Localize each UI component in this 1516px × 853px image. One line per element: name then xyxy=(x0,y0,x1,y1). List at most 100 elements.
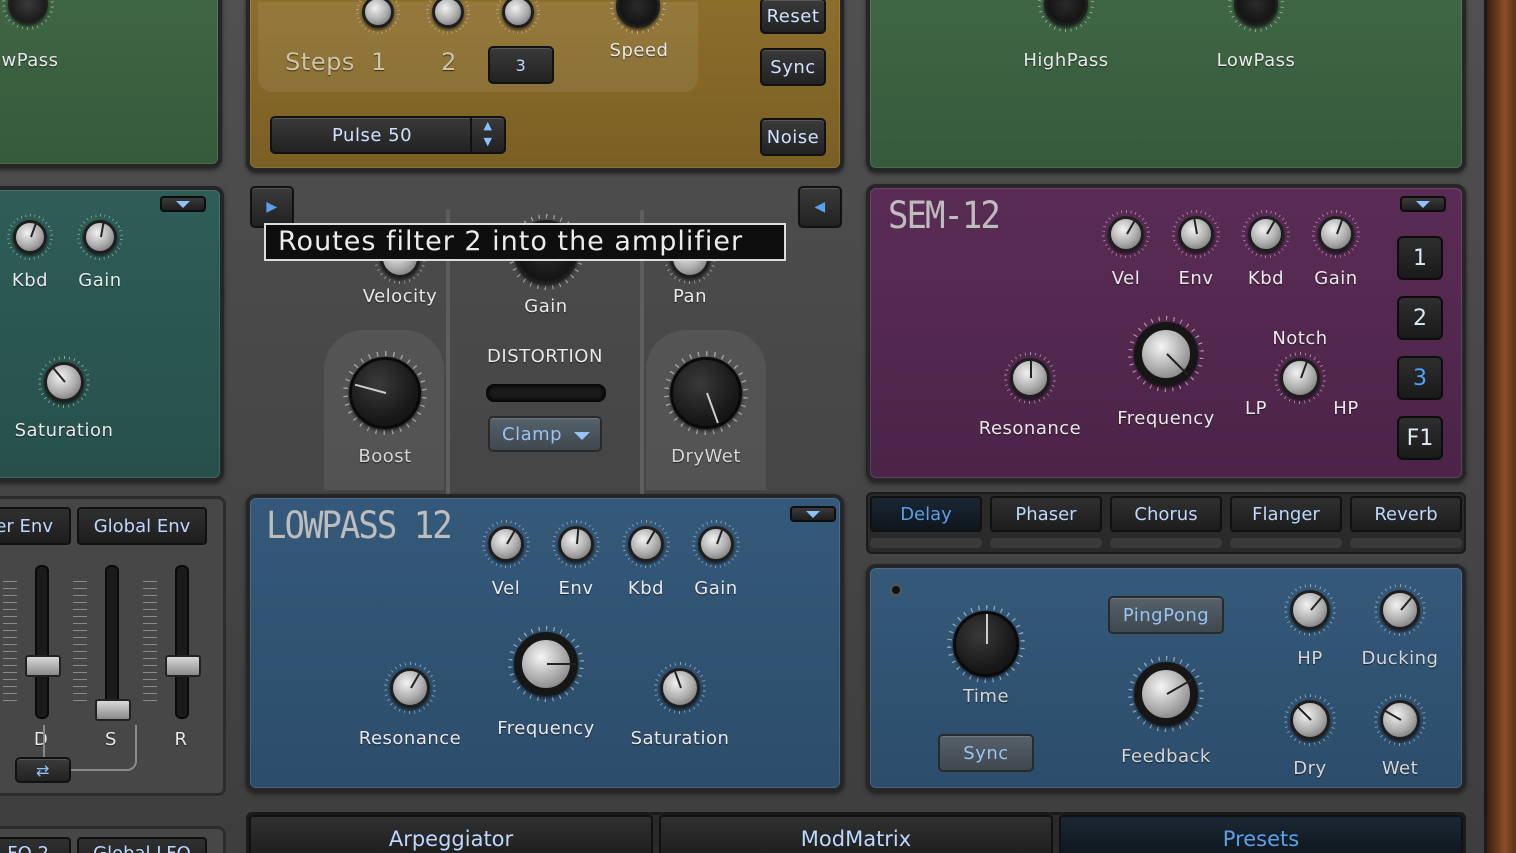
tooltip: Routes filter 2 into the amplifier xyxy=(264,223,786,261)
lfo-panel: FO 2 Global LFO xyxy=(0,826,226,853)
step-2-label: 2 xyxy=(441,48,457,76)
drywet-knob[interactable] xyxy=(664,351,748,435)
power-led[interactable] xyxy=(890,584,902,596)
gain-label: Gain xyxy=(78,270,122,291)
sem-vel-knob[interactable] xyxy=(1102,210,1150,258)
tab-filter-env[interactable]: er Env xyxy=(0,507,71,545)
sem-frequency-label: Frequency xyxy=(1117,408,1215,429)
filter-menu-dropdown[interactable] xyxy=(160,196,206,212)
tab-arpeggiator[interactable]: Arpeggiator xyxy=(249,815,653,853)
route-1-button[interactable]: 1 xyxy=(1397,236,1443,280)
boost-knob[interactable] xyxy=(343,351,427,435)
lp-kbd-knob[interactable] xyxy=(622,520,670,568)
sem-gain-knob[interactable] xyxy=(1312,210,1360,258)
route-right-button[interactable]: ◀ xyxy=(798,186,842,228)
route-f1-button[interactable]: F1 xyxy=(1397,416,1443,460)
ducking-knob[interactable] xyxy=(1374,584,1426,636)
route-left-button[interactable]: ▶ xyxy=(250,186,294,228)
tab-global-env[interactable]: Global Env xyxy=(77,507,207,545)
envelope-panel: er Env Global Env D S R ⇄ xyxy=(0,496,226,796)
notch-knob[interactable] xyxy=(1274,352,1326,404)
fader-ticks-2 xyxy=(73,581,87,701)
pan-label: Pan xyxy=(673,286,707,307)
step-knob-3[interactable] xyxy=(496,0,540,34)
clamp-select[interactable]: Clamp xyxy=(488,416,602,452)
lowpass12-title: LOWPASS 12 xyxy=(266,504,453,548)
chevron-down-icon xyxy=(574,432,590,440)
hp-label: HP xyxy=(1333,398,1359,419)
pingpong-button[interactable]: PingPong xyxy=(1108,596,1224,634)
sem-resonance-label: Resonance xyxy=(978,418,1082,439)
sem-menu-dropdown[interactable] xyxy=(1400,196,1446,212)
route-3-button[interactable]: 3 xyxy=(1397,356,1443,400)
lp-vel-knob[interactable] xyxy=(482,520,530,568)
speed-knob[interactable] xyxy=(610,0,666,34)
sem-resonance-knob[interactable] xyxy=(1004,352,1056,404)
feedback-knob[interactable] xyxy=(1128,656,1204,732)
lp-resonance-knob[interactable] xyxy=(384,662,436,714)
step-knob-1[interactable] xyxy=(356,0,400,34)
lowpass-knob[interactable] xyxy=(1228,0,1284,32)
knob-top-left[interactable] xyxy=(2,0,54,30)
tab-lfo-2[interactable]: FO 2 xyxy=(0,837,71,853)
lp-gain-label: Gain xyxy=(694,578,738,599)
lp-gain-knob[interactable] xyxy=(692,520,740,568)
notch-label: Notch xyxy=(1272,328,1328,349)
lp-frequency-knob[interactable] xyxy=(508,626,584,702)
lp-env-knob[interactable] xyxy=(552,520,600,568)
wet-knob[interactable] xyxy=(1374,694,1426,746)
tab-delay[interactable]: Delay xyxy=(870,496,982,532)
ducking-label: Ducking xyxy=(1361,648,1439,669)
sem-env-knob[interactable] xyxy=(1172,210,1220,258)
tab-chorus[interactable]: Chorus xyxy=(1110,496,1222,532)
waveform-stepper-icon[interactable]: ▲ ▼ xyxy=(470,118,504,152)
tab-modmatrix[interactable]: ModMatrix xyxy=(659,815,1053,853)
sem-kbd-knob[interactable] xyxy=(1242,210,1290,258)
fx-tab-underline-reverb xyxy=(1350,538,1462,548)
wood-side-panel xyxy=(1484,0,1516,853)
loop-toggle[interactable]: ⇄ xyxy=(15,757,71,783)
route-2-button[interactable]: 2 xyxy=(1397,296,1443,340)
delay-sync-button[interactable]: Sync xyxy=(938,734,1034,772)
lp-frequency-label: Frequency xyxy=(497,718,595,739)
tab-phaser[interactable]: Phaser xyxy=(990,496,1102,532)
delay-hp-knob[interactable] xyxy=(1284,584,1336,636)
fx-tab-underline-phaser xyxy=(990,538,1102,548)
step-knob-2[interactable] xyxy=(426,0,470,34)
sem12-title: SEM-12 xyxy=(888,194,1001,238)
speed-label: Speed xyxy=(609,40,669,61)
highpass-knob[interactable] xyxy=(1038,0,1094,32)
release-fader[interactable] xyxy=(165,565,201,719)
distortion-slider[interactable] xyxy=(486,384,606,402)
steps-value-button[interactable]: 3 xyxy=(488,46,554,84)
fx-tabbar: Delay Phaser Chorus Flanger Reverb xyxy=(866,492,1466,554)
bottom-tabbar: Arpeggiator ModMatrix Presets xyxy=(246,812,1466,853)
time-knob[interactable] xyxy=(947,605,1025,683)
saturation-knob[interactable] xyxy=(38,356,90,408)
kbd-knob[interactable] xyxy=(7,214,53,260)
dry-knob[interactable] xyxy=(1284,694,1336,746)
fader-ticks-1 xyxy=(3,581,17,701)
amp-gain-label: Gain xyxy=(524,296,568,317)
tab-presets[interactable]: Presets xyxy=(1059,815,1463,853)
steps-label: Steps xyxy=(285,48,355,76)
waveform-select[interactable]: Pulse 50 ▲ ▼ xyxy=(270,116,506,154)
gain-knob[interactable] xyxy=(77,214,123,260)
lowpass-menu-dropdown[interactable] xyxy=(790,506,836,522)
drywet-label: DryWet xyxy=(671,446,741,467)
decay-fader[interactable] xyxy=(25,565,61,719)
tab-flanger[interactable]: Flanger xyxy=(1230,496,1342,532)
lowpass12-filter-panel: LOWPASS 12 Vel Env Kbd Gain Frequency Re… xyxy=(246,494,844,792)
reset-button[interactable]: Reset xyxy=(760,0,826,34)
sync-button[interactable]: Sync xyxy=(760,48,826,86)
sustain-fader[interactable] xyxy=(95,565,131,721)
saturation-label: Saturation xyxy=(14,420,114,441)
lp-kbd-label: Kbd xyxy=(627,578,665,599)
tab-global-lfo[interactable]: Global LFO xyxy=(77,837,207,853)
lp-saturation-knob[interactable] xyxy=(654,662,706,714)
tab-reverb[interactable]: Reverb xyxy=(1350,496,1462,532)
fx-tab-underline-flanger xyxy=(1230,538,1342,548)
sem-frequency-knob[interactable] xyxy=(1128,316,1204,392)
sem-vel-label: Vel xyxy=(1111,268,1141,289)
noise-button[interactable]: Noise xyxy=(760,118,826,156)
